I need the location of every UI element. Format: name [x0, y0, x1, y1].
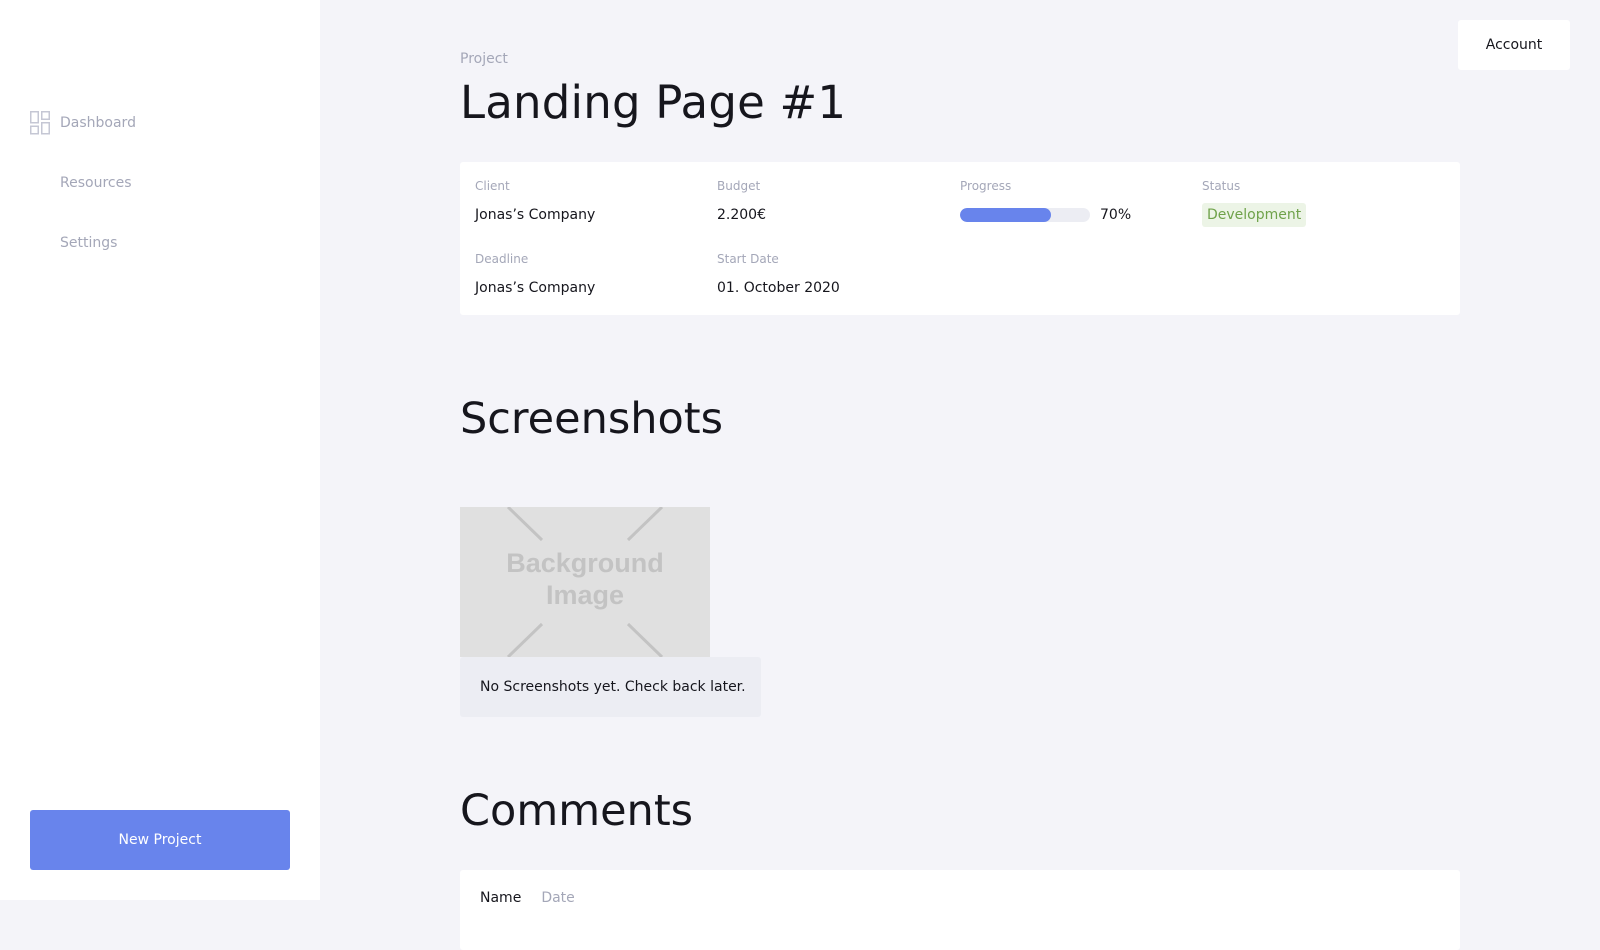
budget-label: Budget [717, 179, 761, 193]
screenshots-empty-message: No Screenshots yet. Check back later. [460, 657, 761, 717]
comments-table-header: Name Date [480, 890, 575, 906]
progress-bar [960, 208, 1090, 222]
sidebar-item-label: Settings [60, 235, 118, 251]
progress-field: Progress 70% [960, 179, 1131, 223]
column-header-name[interactable]: Name [480, 890, 521, 906]
screenshot-placeholder-image: Background Image [460, 507, 710, 657]
sidebar-nav: Dashboard Resources Settings [30, 111, 136, 292]
account-button[interactable]: Account [1458, 20, 1570, 70]
client-label: Client [475, 179, 510, 193]
sidebar-item-resources[interactable]: Resources [30, 172, 136, 194]
dashboard-icon [30, 111, 50, 135]
client-field: Client Jonas’s Company [475, 179, 595, 223]
sidebar-item-label: Dashboard [60, 115, 136, 131]
progress-value: 70% [1100, 207, 1132, 223]
sidebar-item-settings[interactable]: Settings [30, 232, 136, 254]
client-value: Jonas’s Company [475, 207, 596, 223]
sidebar-item-dashboard[interactable]: Dashboard [30, 111, 136, 135]
project-info-card: Client Jonas’s Company Budget 2.200€ Pro… [460, 162, 1460, 315]
status-badge: Development [1202, 203, 1307, 227]
sidebar-item-label: Resources [60, 175, 132, 191]
progress-label: Progress [960, 179, 1012, 193]
screenshots-heading: Screenshots [460, 394, 724, 444]
comments-table: Name Date [460, 870, 1460, 950]
breadcrumb: Project [460, 51, 508, 67]
budget-value: 2.200€ [717, 207, 766, 223]
start-date-value: 01. October 2020 [717, 280, 840, 296]
status-field: Status Development [1202, 179, 1307, 227]
new-project-button[interactable]: New Project [30, 810, 290, 870]
sidebar: Dashboard Resources Settings New Project [0, 0, 320, 900]
deadline-label: Deadline [475, 252, 529, 266]
status-label: Status [1202, 179, 1241, 193]
budget-field: Budget 2.200€ [717, 179, 766, 223]
page-title: Landing Page #1 [460, 76, 847, 129]
progress-bar-fill [960, 208, 1051, 222]
start-date-field: Start Date 01. October 2020 [717, 252, 840, 296]
column-header-date[interactable]: Date [541, 890, 574, 906]
deadline-field: Deadline Jonas’s Company [475, 252, 595, 296]
placeholder-text: Background Image [506, 548, 664, 610]
comments-heading: Comments [460, 786, 694, 836]
deadline-value: Jonas’s Company [475, 280, 596, 296]
start-date-label: Start Date [717, 252, 779, 266]
